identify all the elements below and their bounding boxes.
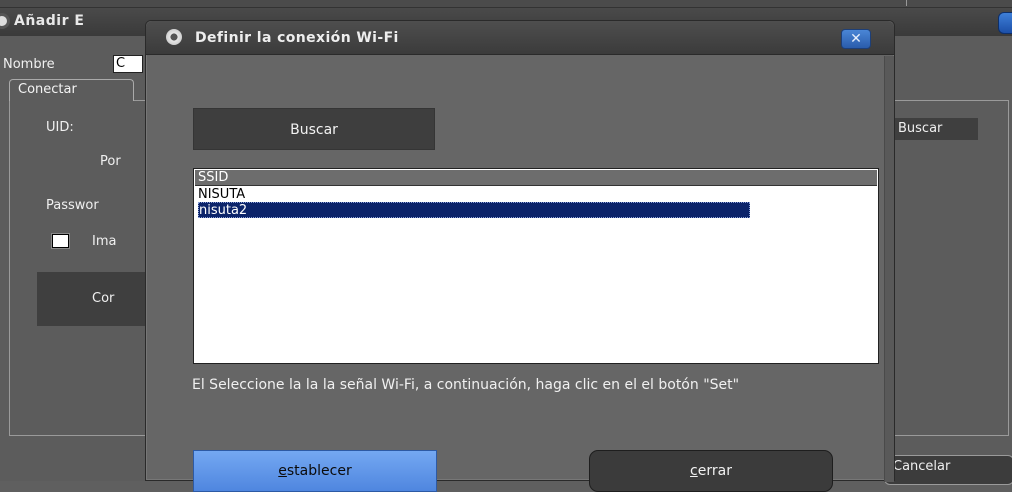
background-close-button[interactable] bbox=[998, 12, 1012, 34]
close-button-accel: c bbox=[690, 463, 698, 479]
instructions-text: El Seleccione la la la señal Wi-Fi, a co… bbox=[192, 377, 740, 393]
ssid-column-header[interactable]: SSID bbox=[195, 170, 877, 186]
list-item-selected[interactable]: nisuta2 bbox=[198, 202, 750, 218]
dialog-title: Definir la conexión Wi-Fi bbox=[195, 30, 399, 46]
tab-connect[interactable]: Conectar bbox=[9, 79, 134, 101]
name-label: Nombre bbox=[3, 57, 55, 72]
dialog-right-edge bbox=[884, 56, 894, 482]
background-edge-mark bbox=[906, 0, 912, 6]
uid-label: UID: bbox=[46, 120, 74, 135]
search-button[interactable]: Buscar bbox=[193, 108, 435, 150]
set-button-accel: e bbox=[278, 463, 287, 479]
close-icon[interactable]: ✕ bbox=[841, 29, 871, 49]
close-button-label: errar bbox=[697, 463, 732, 479]
list-item[interactable]: NISUTA bbox=[198, 187, 245, 203]
wifi-dialog: Definir la conexión Wi-Fi ✕ Buscar SSID … bbox=[145, 20, 895, 492]
set-button-label: stablecer bbox=[286, 463, 352, 479]
image-checkbox[interactable] bbox=[52, 234, 69, 248]
dialog-titlebar[interactable]: Definir la conexión Wi-Fi ✕ bbox=[146, 21, 894, 55]
port-label: Por bbox=[100, 154, 121, 169]
connect-button[interactable]: Cor bbox=[37, 272, 147, 326]
background-top-strip bbox=[0, 0, 1012, 8]
background-window-title: Añadir E bbox=[14, 13, 85, 29]
set-button[interactable]: establecer bbox=[193, 450, 437, 492]
ssid-list[interactable]: SSID NISUTA nisuta2 bbox=[193, 168, 879, 364]
name-input[interactable]: C bbox=[113, 55, 143, 73]
dialog-body: Buscar SSID NISUTA nisuta2 El Seleccione… bbox=[146, 56, 894, 492]
wifi-app-icon bbox=[166, 29, 182, 45]
password-label: Passwor bbox=[46, 198, 99, 213]
image-checkbox-label: Ima bbox=[92, 234, 117, 249]
close-button[interactable]: cerrar bbox=[589, 450, 833, 492]
